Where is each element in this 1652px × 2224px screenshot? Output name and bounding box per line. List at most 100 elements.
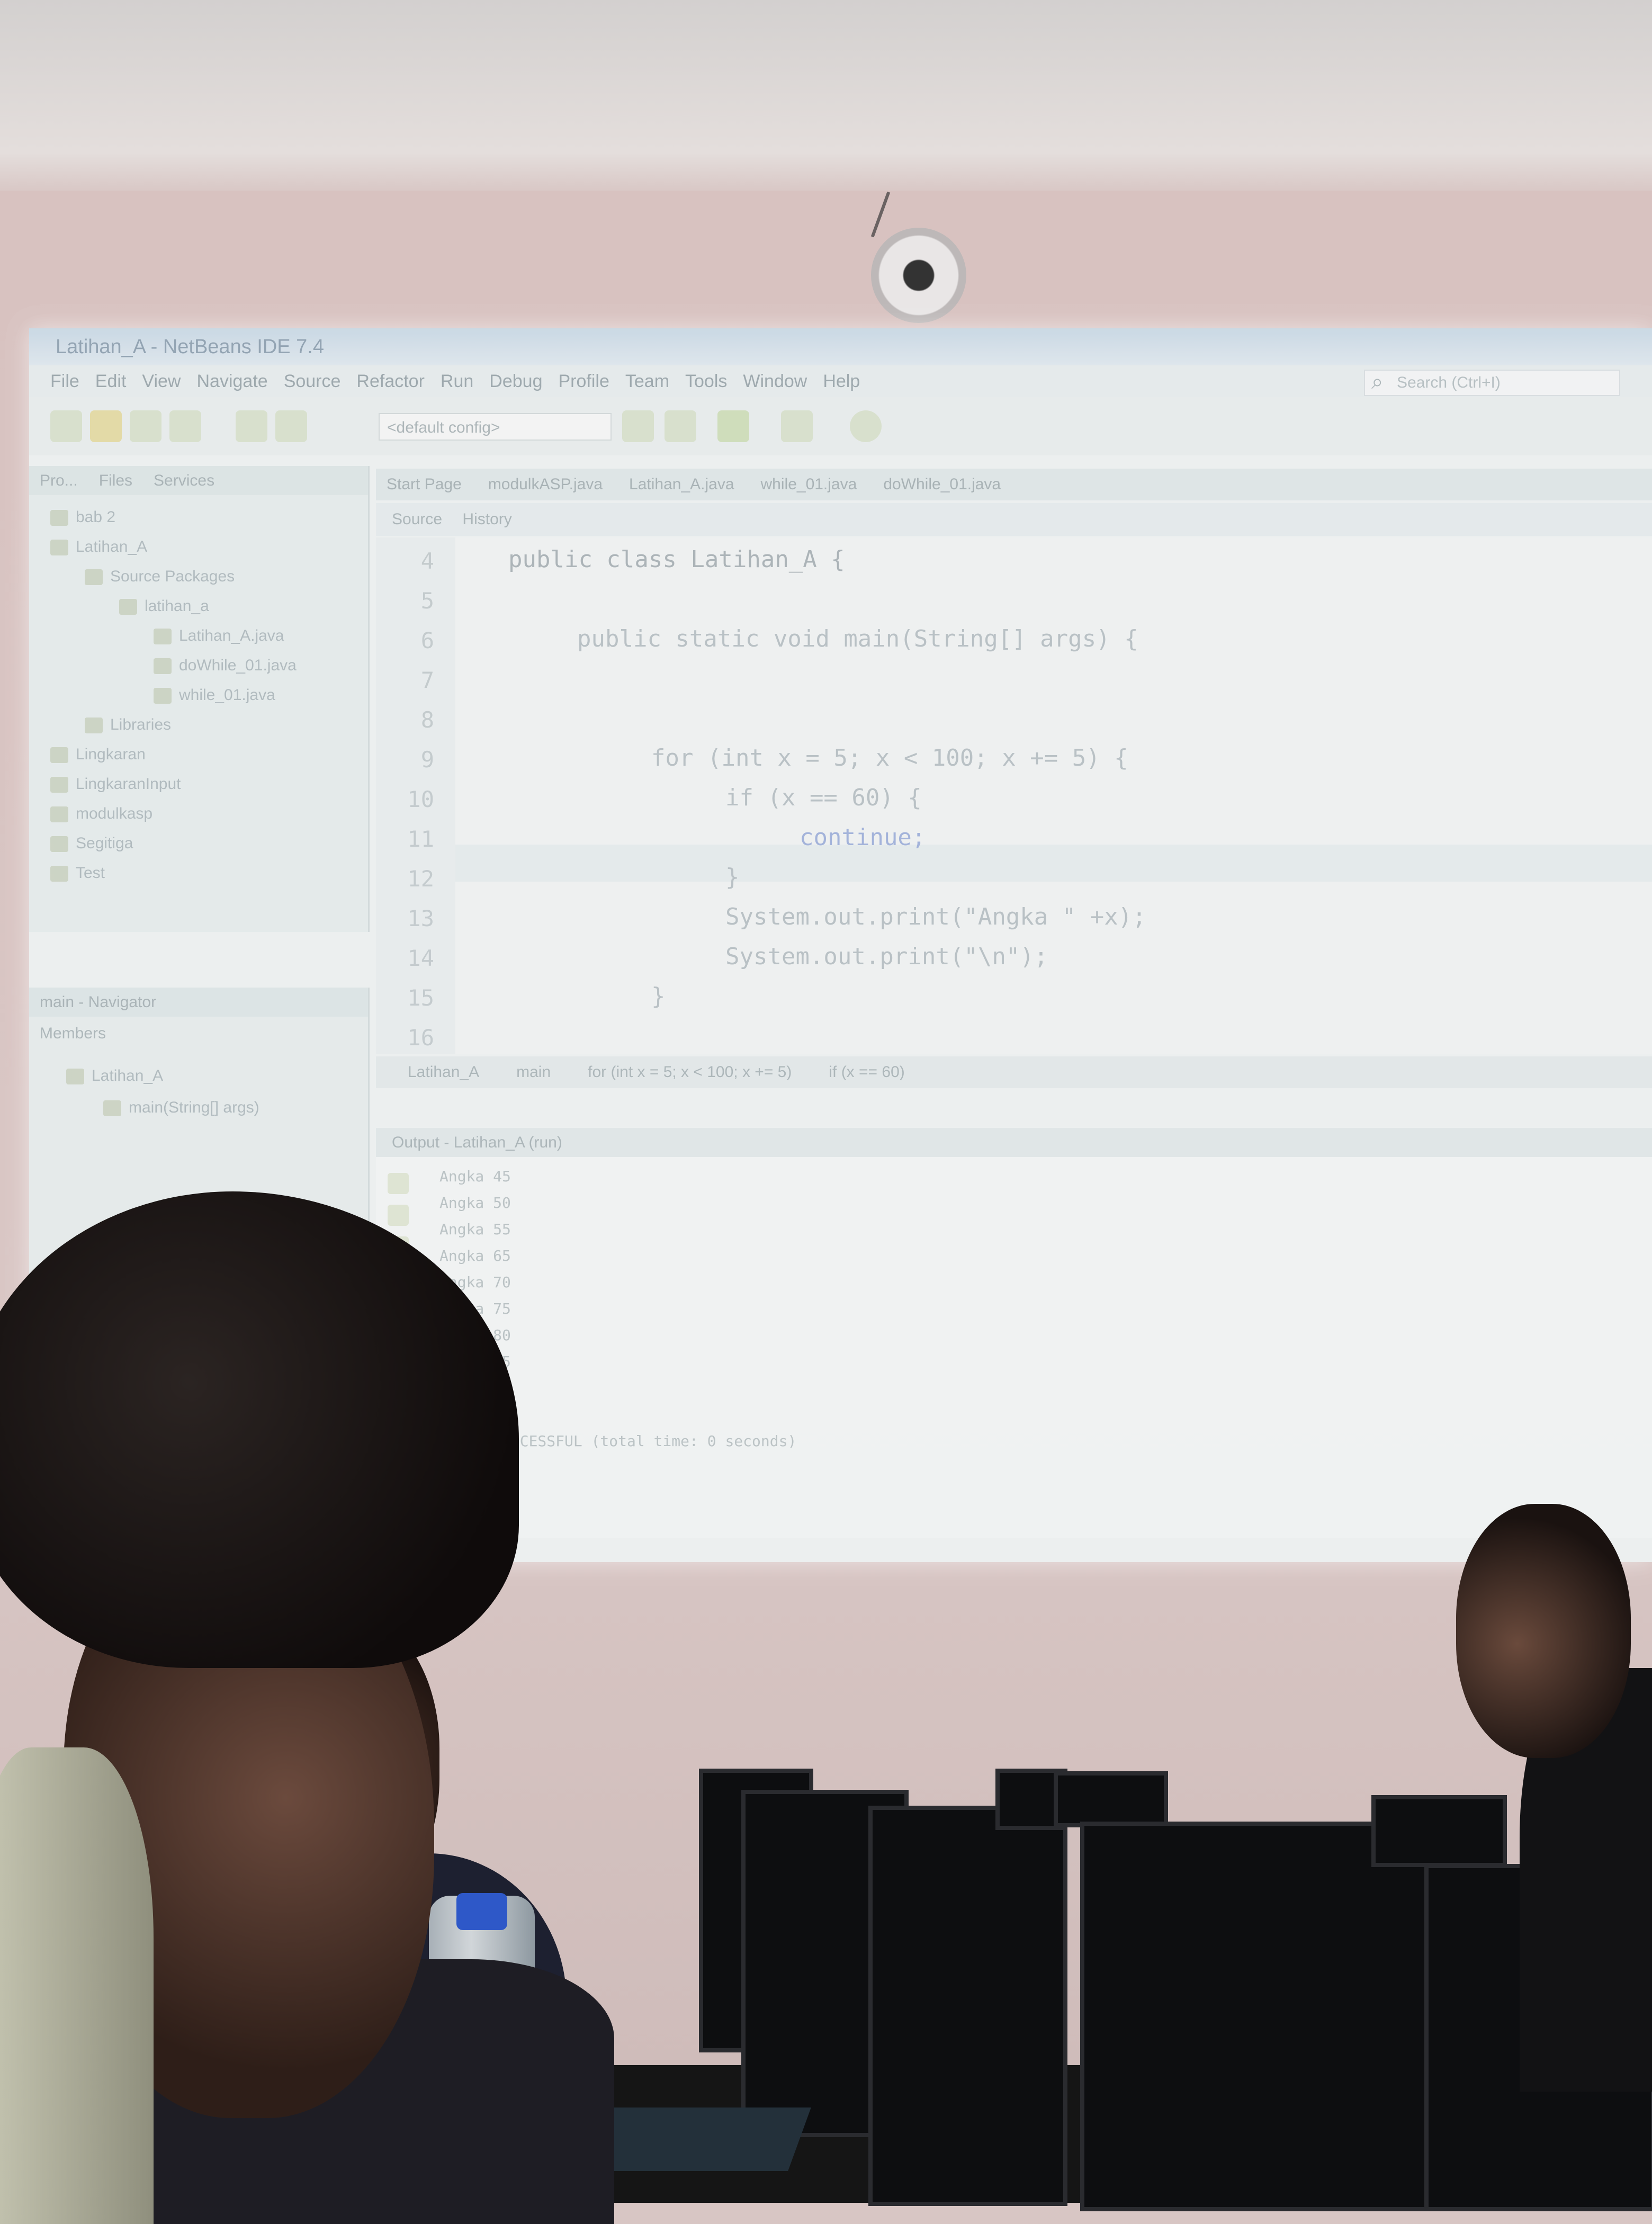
project-tree-label: Source Packages: [110, 568, 235, 585]
code-line: if (x == 60) {: [725, 784, 922, 811]
breadcrumb-item[interactable]: for (int x = 5; x < 100; x += 5): [588, 1063, 792, 1081]
projects-tab[interactable]: Files: [99, 466, 132, 495]
source-tab[interactable]: Source: [392, 510, 442, 528]
editor-tab[interactable]: doWhile_01.java: [883, 469, 1001, 500]
redo-icon[interactable]: [275, 410, 307, 442]
project-tree-item[interactable]: Test: [50, 864, 105, 882]
project-tree-item[interactable]: Lingkaran: [50, 746, 146, 764]
line-number: 10: [407, 786, 434, 812]
navigator-method[interactable]: main(String[] args): [103, 1099, 259, 1117]
undo-icon[interactable]: [236, 410, 267, 442]
projects-tab[interactable]: Pro...: [40, 466, 78, 495]
project-tree-item[interactable]: doWhile_01.java: [154, 657, 297, 675]
projects-panel-tabs: Pro... Files Services: [29, 466, 368, 495]
tree-node-icon: [50, 777, 68, 793]
breadcrumb-item[interactable]: Latihan_A: [408, 1063, 479, 1081]
line-number: 14: [407, 945, 434, 971]
project-tree-item[interactable]: LingkaranInput: [50, 775, 181, 793]
project-tree-label: Latihan_A: [76, 538, 148, 555]
run-icon[interactable]: [717, 410, 749, 442]
new-project-icon[interactable]: [90, 410, 122, 442]
project-tree-label: Libraries: [110, 716, 172, 733]
tree-node-icon: [50, 510, 68, 526]
editor-tabs: Start Page modulkASP.java Latihan_A.java wh…: [376, 469, 1652, 500]
project-tree-item[interactable]: Segitiga: [50, 835, 133, 853]
method-icon: [103, 1100, 121, 1117]
code-editor[interactable]: 4 public class Latihan_A {5 6 public static…: [376, 537, 1652, 1054]
line-number: 4: [420, 548, 434, 574]
history-tab[interactable]: History: [462, 510, 511, 528]
menu-item-edit[interactable]: Edit: [95, 365, 127, 397]
current-line-highlight: [455, 845, 1652, 882]
menu-item-refactor[interactable]: Refactor: [356, 365, 425, 397]
search-input[interactable]: Search (Ctrl+I): [1364, 370, 1620, 396]
tree-node-icon: [50, 540, 68, 556]
menu-item-team[interactable]: Team: [625, 365, 669, 397]
monitor: [868, 1806, 1067, 2206]
code-line: public static void main(String[] args) {: [577, 625, 1138, 652]
projects-panel: Pro... Files Services bab 2 Latihan_A Source…: [29, 466, 370, 932]
menu-item-file[interactable]: File: [50, 365, 79, 397]
editor-tab[interactable]: Start Page: [387, 469, 462, 500]
project-tree-item[interactable]: Latihan_A: [50, 538, 147, 556]
menu-item-run[interactable]: Run: [441, 365, 473, 397]
project-tree-item[interactable]: latihan_a: [119, 597, 209, 615]
menu-item-debug[interactable]: Debug: [489, 365, 542, 397]
menu-item-tools[interactable]: Tools: [685, 365, 727, 397]
project-tree-label: Segitiga: [76, 835, 133, 852]
project-tree-item[interactable]: Libraries: [85, 716, 171, 734]
clean-build-icon[interactable]: [622, 410, 654, 442]
save-all-icon[interactable]: [169, 410, 201, 442]
line-number: 6: [420, 627, 434, 653]
editor-toolbar: Source History: [376, 503, 1652, 536]
tree-node-icon: [50, 836, 68, 853]
build-icon[interactable]: [665, 410, 696, 442]
project-tree-label: Test: [76, 864, 105, 882]
navigator-class[interactable]: Latihan_A: [66, 1067, 163, 1085]
bottle-cap: [456, 1893, 507, 1930]
monitor: [1080, 1822, 1470, 2211]
profile-icon[interactable]: [850, 410, 882, 442]
project-tree-item[interactable]: Source Packages: [85, 568, 235, 586]
menu-item-view[interactable]: View: [142, 365, 181, 397]
rerun-icon[interactable]: [388, 1173, 409, 1194]
line-number: 16: [407, 1025, 434, 1051]
project-tree-label: modulkasp: [76, 805, 153, 822]
project-tree-item[interactable]: while_01.java: [154, 686, 275, 704]
menu-item-source[interactable]: Source: [284, 365, 341, 397]
editor-tab[interactable]: while_01.java: [761, 469, 857, 500]
code-line: for (int x = 5; x < 100; x += 5) {: [651, 745, 1128, 772]
breadcrumb-item[interactable]: if (x == 60): [829, 1063, 904, 1081]
editor-tab[interactable]: modulkASP.java: [488, 469, 603, 500]
monitor: [1054, 1771, 1168, 1827]
output-line: Angka 50: [439, 1194, 511, 1212]
class-icon: [66, 1069, 84, 1085]
project-tree-item[interactable]: Latihan_A.java: [154, 627, 284, 645]
menu-item-navigate[interactable]: Navigate: [196, 365, 267, 397]
menu-item-profile[interactable]: Profile: [559, 365, 609, 397]
menu-item-help[interactable]: Help: [823, 365, 860, 397]
project-tree-item[interactable]: bab 2: [50, 508, 115, 526]
members-dropdown[interactable]: Members: [40, 1025, 106, 1043]
menu-item-window[interactable]: Window: [743, 365, 807, 397]
tree-node-icon: [85, 718, 103, 734]
breadcrumb-item[interactable]: main: [516, 1063, 551, 1081]
project-tree-label: LingkaranInput: [76, 775, 181, 793]
code-line: }: [725, 864, 740, 891]
project-tree-label: Latihan_A.java: [179, 627, 284, 644]
rerun-with-params-icon[interactable]: [388, 1205, 409, 1226]
project-tree-item[interactable]: modulkasp: [50, 805, 152, 823]
output-line: Angka 55: [439, 1221, 511, 1238]
config-select[interactable]: <default config>: [379, 413, 612, 441]
tree-node-icon: [50, 866, 68, 882]
debug-icon[interactable]: [781, 410, 813, 442]
open-project-icon[interactable]: [130, 410, 161, 442]
tree-node-icon: [50, 806, 68, 823]
tree-node-icon: [154, 658, 172, 675]
projects-tab[interactable]: Services: [154, 466, 214, 495]
tree-node-icon: [85, 569, 103, 586]
code-line: System.out.print("\n");: [725, 943, 1048, 970]
project-tree-label: Lingkaran: [76, 746, 146, 763]
editor-tab[interactable]: Latihan_A.java: [629, 469, 734, 500]
new-file-icon[interactable]: [50, 410, 82, 442]
